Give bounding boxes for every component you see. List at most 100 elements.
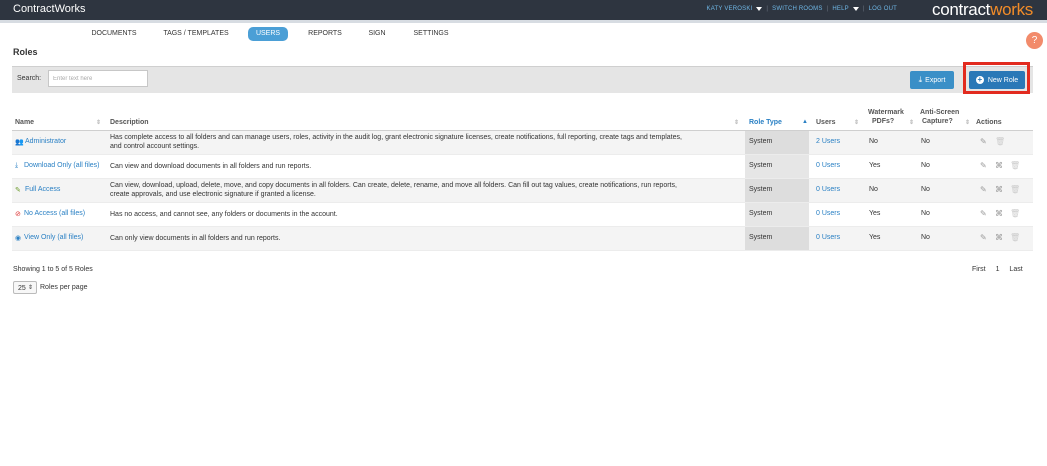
edit-icon[interactable]: ✎: [980, 137, 987, 146]
user-links: KATY VEROSKI | SWITCH ROOMS | HELP | LOG…: [705, 6, 899, 12]
binoculars-icon[interactable]: ⌘: [995, 209, 1003, 218]
role-name-link[interactable]: No Access (all files): [24, 210, 85, 217]
watermark-value: No: [869, 138, 878, 145]
first-page-link[interactable]: First: [972, 266, 986, 273]
users-count-link[interactable]: 0 Users: [816, 162, 840, 169]
main-nav: DOCUMENTS TAGS / TEMPLATES USERS REPORTS…: [0, 27, 1047, 41]
sort-icon[interactable]: ⇕: [96, 119, 101, 126]
logo-main: contract: [932, 0, 991, 19]
column-role-type[interactable]: Role Type: [749, 119, 782, 126]
chevron-down-icon[interactable]: [852, 7, 859, 11]
per-page-label: Roles per page: [40, 284, 88, 291]
edit-square-icon: ✎: [15, 187, 21, 194]
trash-icon: 🗑: [1010, 185, 1021, 194]
tab-sign[interactable]: SIGN: [362, 27, 392, 41]
anti-capture-value: No: [921, 234, 930, 241]
role-description: Can only view documents in all folders a…: [110, 234, 280, 243]
column-anti-capture-line1[interactable]: Anti-Screen: [920, 109, 959, 116]
roles-table: Name ⇕ Description ⇕ Role Type ▲ Users ⇕…: [12, 106, 1033, 251]
binoculars-icon[interactable]: ⌘: [995, 185, 1003, 194]
download-icon: ⤓: [918, 75, 923, 84]
role-type: System: [749, 186, 773, 193]
last-page-link[interactable]: Last: [1009, 266, 1022, 273]
trash-icon: 🗑: [1010, 233, 1021, 242]
switch-rooms-link[interactable]: SWITCH ROOMS: [772, 6, 822, 12]
sort-asc-icon[interactable]: ▲: [802, 119, 808, 125]
logout-link[interactable]: LOG OUT: [869, 6, 897, 12]
tab-settings[interactable]: SETTINGS: [406, 27, 456, 41]
description-line: Has complete access to all folders and c…: [110, 134, 682, 141]
users-count-link[interactable]: 0 Users: [816, 186, 840, 193]
users-icon: 👥: [15, 139, 24, 146]
export-button[interactable]: ⤓ Export: [910, 71, 954, 89]
table-row: ⊘ No Access (all files) Has no access, a…: [12, 203, 1033, 227]
role-type: System: [749, 138, 773, 145]
chevron-updown-icon: ⇕: [27, 285, 33, 291]
binoculars-icon[interactable]: ⌘: [995, 233, 1003, 242]
role-name-link[interactable]: Download Only (all files): [24, 162, 99, 169]
tab-tags-templates[interactable]: TAGS / TEMPLATES: [158, 27, 234, 41]
trash-icon: 🗑: [1010, 161, 1021, 170]
role-description: Has complete access to all folders and c…: [110, 133, 682, 151]
column-watermark-line2[interactable]: PDFs?: [872, 118, 894, 125]
help-badge-icon[interactable]: ?: [1026, 32, 1043, 49]
watermark-value: Yes: [869, 210, 881, 217]
table-row: ⤓ Download Only (all files) Can view and…: [12, 155, 1033, 179]
users-count-link[interactable]: 0 Users: [816, 234, 840, 241]
eye-icon: ◉: [15, 235, 22, 242]
page-number[interactable]: 1: [996, 266, 1000, 273]
per-page-select[interactable]: 25 ⇕: [13, 281, 37, 294]
users-count-link[interactable]: 2 Users: [816, 138, 840, 145]
chevron-down-icon[interactable]: [756, 7, 763, 11]
tab-documents[interactable]: DOCUMENTS: [84, 27, 144, 41]
watermark-value: Yes: [869, 234, 881, 241]
edit-icon[interactable]: ✎: [980, 233, 987, 242]
toolbar: Search: ⤓ Export + New Role: [12, 66, 1033, 93]
column-anti-capture-line2[interactable]: Capture?: [922, 118, 953, 125]
help-link[interactable]: HELP: [832, 6, 848, 12]
tab-users[interactable]: USERS: [248, 27, 288, 41]
anti-capture-value: No: [921, 162, 930, 169]
column-watermark-line1[interactable]: Watermark: [868, 109, 904, 116]
ban-icon: ⊘: [15, 211, 21, 218]
column-name[interactable]: Name: [15, 119, 34, 126]
anti-capture-value: No: [921, 138, 930, 145]
edit-icon[interactable]: ✎: [980, 185, 987, 194]
top-bar-divider: [0, 20, 1047, 23]
user-menu[interactable]: KATY VEROSKI: [707, 6, 753, 12]
sort-icon[interactable]: ⇕: [854, 119, 859, 126]
description-line: Can only view documents in all folders a…: [110, 235, 281, 242]
app-name: ContractWorks: [13, 3, 86, 15]
page-title: Roles: [13, 47, 38, 57]
description-line: Can view and download documents in all f…: [110, 163, 312, 170]
column-users[interactable]: Users: [816, 119, 835, 126]
showing-count: Showing 1 to 5 of 5 Roles: [13, 266, 93, 273]
divider: |: [862, 6, 865, 12]
role-name-link[interactable]: Full Access: [25, 186, 60, 193]
table-header: Name ⇕ Description ⇕ Role Type ▲ Users ⇕…: [12, 106, 1033, 131]
top-bar: ContractWorks KATY VEROSKI | SWITCH ROOM…: [0, 0, 1047, 20]
watermark-value: No: [869, 186, 878, 193]
divider: |: [766, 6, 769, 12]
edit-icon[interactable]: ✎: [980, 209, 987, 218]
binoculars-icon[interactable]: ⌘: [995, 161, 1003, 170]
pagination: First 1 Last: [972, 266, 1031, 273]
per-page-control: 25 ⇕ Roles per page: [13, 281, 87, 294]
role-name-link[interactable]: Administrator: [25, 138, 66, 145]
trash-icon: 🗑: [995, 137, 1006, 146]
users-count-link[interactable]: 0 Users: [816, 210, 840, 217]
anti-capture-value: No: [921, 186, 930, 193]
sort-icon[interactable]: ⇕: [909, 119, 914, 126]
sort-icon[interactable]: ⇕: [734, 119, 739, 126]
sort-icon[interactable]: ⇕: [965, 119, 970, 126]
brand-logo: contractworks: [932, 0, 1033, 20]
search-input[interactable]: [48, 70, 148, 87]
export-label: Export: [925, 76, 946, 84]
logo-accent: works: [990, 0, 1033, 19]
trash-icon: 🗑: [1010, 209, 1021, 218]
edit-icon[interactable]: ✎: [980, 161, 987, 170]
column-description[interactable]: Description: [110, 119, 149, 126]
tab-reports[interactable]: REPORTS: [302, 27, 348, 41]
role-type: System: [749, 234, 773, 241]
role-name-link[interactable]: View Only (all files): [24, 234, 83, 241]
